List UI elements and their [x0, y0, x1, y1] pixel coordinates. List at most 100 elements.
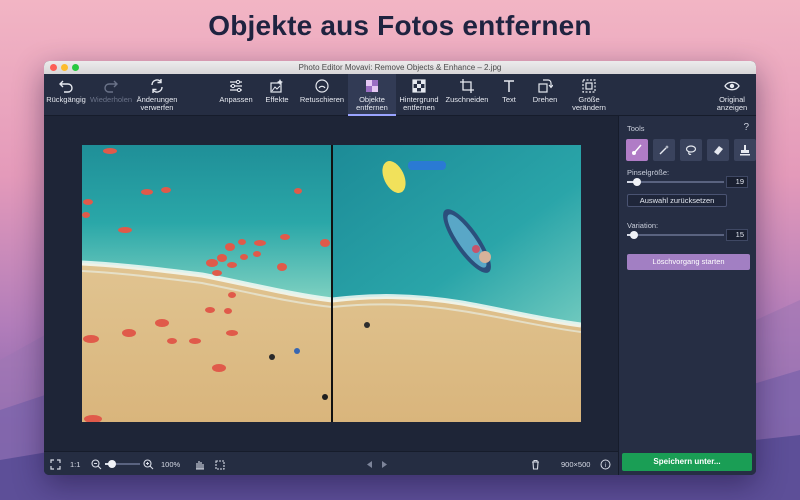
previous-button[interactable] [364, 452, 375, 475]
app-window: Photo Editor Movavi: Remove Objects & En… [44, 61, 756, 475]
reset-selection-button[interactable]: Auswahl zurücksetzen [627, 194, 727, 207]
fit-screen-icon [50, 458, 61, 470]
before-after-divider[interactable] [331, 145, 333, 422]
zoom-knob[interactable] [108, 460, 116, 468]
next-button[interactable] [379, 452, 390, 475]
lasso-icon [685, 145, 697, 155]
brush-size-knob[interactable] [632, 178, 641, 186]
trash-icon [532, 459, 539, 470]
adjust-label: Anpassen [219, 95, 253, 104]
magic-wand-tool[interactable] [653, 139, 675, 161]
stamp-tool[interactable] [734, 139, 756, 161]
selection-icon [215, 459, 225, 470]
hand-icon [196, 460, 204, 470]
magic-wand-icon [659, 145, 669, 155]
effects-button[interactable]: Effekte [260, 74, 294, 116]
zoom-out-button[interactable] [91, 452, 102, 475]
redo-label: Wiederholen [89, 95, 133, 104]
brush-size-label: Pinselgröße: [627, 168, 670, 177]
rotate-icon [538, 79, 553, 93]
effects-label: Effekte [265, 95, 289, 104]
zoom-out-icon [91, 458, 102, 469]
actual-size-button[interactable]: 1:1 [70, 452, 80, 475]
zoom-slider[interactable] [105, 460, 140, 468]
remove-objects-icon [366, 80, 378, 92]
brush-size-value[interactable]: 19 [726, 176, 748, 188]
info-icon: i [600, 459, 611, 469]
tools-label: Tools [627, 124, 645, 133]
show-original-label-2: anzeigen [716, 103, 748, 112]
refresh-icon [151, 79, 163, 93]
window-controls [50, 64, 79, 71]
remove-objects-label-2: entfernen [356, 103, 388, 112]
resize-button[interactable]: Größe verändern [568, 74, 610, 116]
zoom-in-icon [143, 458, 154, 469]
resize-icon [582, 79, 596, 93]
info-button[interactable]: i [600, 452, 611, 475]
variation-value[interactable]: 15 [726, 229, 748, 241]
remove-background-label-2: entfernen [403, 103, 435, 112]
zoom-in-button[interactable] [143, 452, 154, 475]
redo-button[interactable]: Wiederholen [90, 74, 132, 116]
retouch-icon [315, 79, 329, 93]
rotate-button[interactable]: Drehen [528, 74, 562, 116]
stamp-icon [740, 145, 750, 156]
brush-tool[interactable] [626, 139, 648, 161]
page-headline: Objekte aus Fotos entfernen [208, 10, 592, 41]
resize-label-2: verändern [572, 103, 606, 112]
text-button[interactable]: Text [495, 74, 523, 116]
undo-button[interactable]: Rückgängig [46, 74, 86, 116]
tools-panel: Tools ? Pinselgröße: 19 Auswahl zurückse… [618, 116, 756, 475]
effects-icon [270, 79, 283, 93]
brush-icon [632, 144, 642, 155]
undo-icon [59, 80, 73, 93]
eraser-icon [714, 146, 723, 155]
canvas-area[interactable] [44, 116, 618, 451]
info-icon-glyph: i [605, 462, 606, 469]
window-title: Photo Editor Movavi: Remove Objects & En… [298, 63, 502, 72]
delete-button[interactable] [530, 452, 541, 475]
title-bar: Photo Editor Movavi: Remove Objects & En… [44, 61, 756, 74]
crop-button[interactable]: Zuschneiden [444, 74, 490, 116]
crop-icon [460, 79, 474, 93]
text-icon [504, 80, 514, 92]
eraser-tool[interactable] [707, 139, 729, 161]
retouch-button[interactable]: Retuschieren [299, 74, 345, 116]
remove-background-button[interactable]: Hintergrund entfernen [396, 74, 442, 116]
remove-background-icon [412, 79, 426, 93]
variation-slider[interactable] [627, 231, 724, 239]
text-label: Text [502, 95, 516, 104]
show-original-button[interactable]: Original anzeigen [712, 74, 752, 116]
save-as-button[interactable]: Speichern unter... [622, 453, 752, 471]
remove-objects-button[interactable]: Objekte entfernen [348, 74, 396, 116]
selection-tool-button[interactable] [215, 452, 226, 475]
sliders-icon [230, 79, 242, 93]
variation-knob[interactable] [629, 231, 638, 239]
zoom-window-button[interactable] [72, 64, 79, 71]
adjust-button[interactable]: Anpassen [218, 74, 254, 116]
discard-changes-label-2: verwerfen [140, 103, 174, 112]
rotate-label: Drehen [532, 95, 558, 104]
lasso-tool[interactable] [680, 139, 702, 161]
zoom-level: 100% [161, 459, 181, 469]
undo-label: Rückgängig [46, 95, 86, 104]
redo-icon [104, 80, 118, 93]
brush-size-slider[interactable] [627, 178, 724, 186]
discard-changes-button[interactable]: Änderungen verwerfen [135, 74, 179, 116]
arrow-left-icon [367, 460, 372, 468]
crop-label: Zuschneiden [445, 95, 489, 104]
arrow-right-icon [382, 460, 387, 468]
fit-to-screen-button[interactable] [50, 452, 61, 475]
minimize-window-button[interactable] [61, 64, 68, 71]
retouch-label: Retuschieren [299, 95, 345, 104]
image-dimensions: 900×500 [561, 459, 591, 469]
help-button[interactable]: ? [743, 122, 749, 133]
hand-tool-button[interactable] [194, 452, 205, 475]
eye-icon [724, 81, 740, 91]
start-erase-button[interactable]: Löschvorgang starten [627, 254, 750, 270]
main-toolbar: Rückgängig Wiederholen Änderungen verwer… [44, 74, 756, 116]
status-bar: 1:1 100% 900×500 i [44, 451, 618, 475]
close-window-button[interactable] [50, 64, 57, 71]
tool-row [626, 139, 756, 161]
variation-label: Variation: [627, 221, 659, 230]
